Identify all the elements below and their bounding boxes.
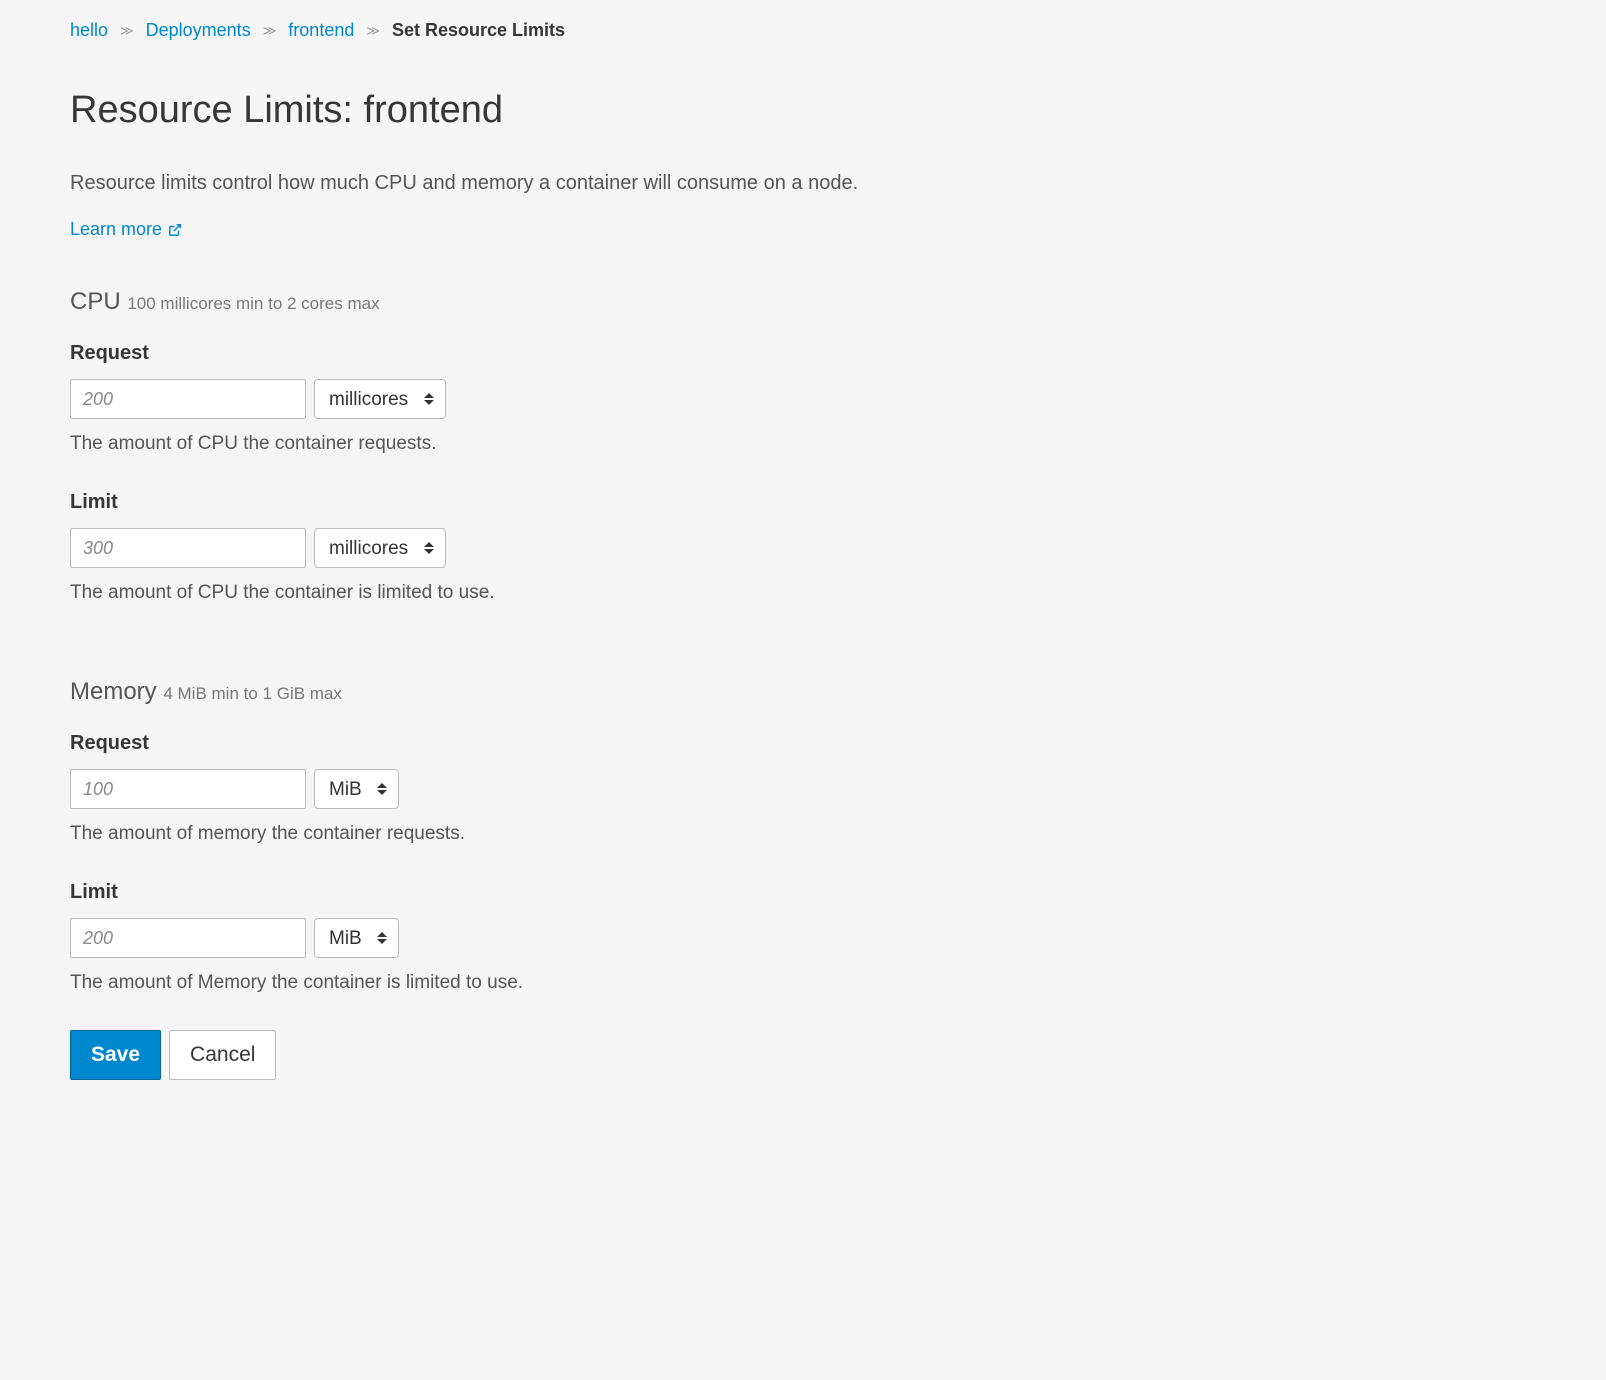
cpu-limit-help: The amount of CPU the container is limit… (70, 582, 1536, 604)
cpu-range: 100 millicores min to 2 cores max (127, 294, 379, 313)
learn-more-link[interactable]: Learn more (70, 219, 182, 240)
memory-request-help: The amount of memory the container reque… (70, 823, 1536, 845)
memory-limit-input[interactable] (70, 918, 306, 958)
cpu-request-help: The amount of CPU the container requests… (70, 433, 1536, 455)
learn-more-label: Learn more (70, 219, 162, 240)
breadcrumb-link-frontend[interactable]: frontend (288, 20, 354, 41)
cancel-button[interactable]: Cancel (169, 1030, 276, 1080)
memory-limit-help: The amount of Memory the container is li… (70, 972, 1536, 994)
cpu-limit-input[interactable] (70, 528, 306, 568)
cpu-limit-group: Limit millicores The amount of CPU the c… (70, 491, 1536, 604)
memory-request-unit-select[interactable]: MiB (314, 769, 399, 809)
page-title: Resource Limits: frontend (70, 89, 1536, 132)
form-actions: Save Cancel (70, 1030, 1536, 1080)
cpu-heading-label: CPU (70, 288, 121, 315)
cpu-limit-label: Limit (70, 491, 1536, 514)
page-description: Resource limits control how much CPU and… (70, 172, 1536, 195)
cpu-request-group: Request millicores The amount of CPU the… (70, 342, 1536, 455)
memory-limit-unit-select[interactable]: MiB (314, 918, 399, 958)
cpu-request-unit-select[interactable]: millicores (314, 379, 446, 419)
cpu-limit-unit-select[interactable]: millicores (314, 528, 446, 568)
breadcrumb-current: Set Resource Limits (392, 20, 565, 41)
memory-range: 4 MiB min to 1 GiB max (163, 684, 342, 703)
memory-request-label: Request (70, 732, 1536, 755)
memory-request-input[interactable] (70, 769, 306, 809)
breadcrumb-link-project[interactable]: hello (70, 20, 108, 41)
cpu-section: CPU 100 millicores min to 2 cores max Re… (70, 288, 1536, 604)
memory-request-group: Request MiB The amount of memory the con… (70, 732, 1536, 845)
chevron-right-icon: ≫ (263, 23, 277, 39)
memory-limit-group: Limit MiB The amount of Memory the conta… (70, 881, 1536, 994)
save-button[interactable]: Save (70, 1030, 161, 1080)
cpu-request-label: Request (70, 342, 1536, 365)
cpu-request-input[interactable] (70, 379, 306, 419)
cpu-heading: CPU 100 millicores min to 2 cores max (70, 288, 1536, 316)
external-link-icon (168, 223, 182, 237)
chevron-right-icon: ≫ (120, 23, 134, 39)
memory-heading: Memory 4 MiB min to 1 GiB max (70, 678, 1536, 706)
breadcrumb: hello ≫ Deployments ≫ frontend ≫ Set Res… (70, 20, 1536, 41)
memory-heading-label: Memory (70, 678, 157, 705)
memory-limit-label: Limit (70, 881, 1536, 904)
chevron-right-icon: ≫ (366, 23, 380, 39)
memory-section: Memory 4 MiB min to 1 GiB max Request Mi… (70, 678, 1536, 994)
breadcrumb-link-deployments[interactable]: Deployments (146, 20, 251, 41)
